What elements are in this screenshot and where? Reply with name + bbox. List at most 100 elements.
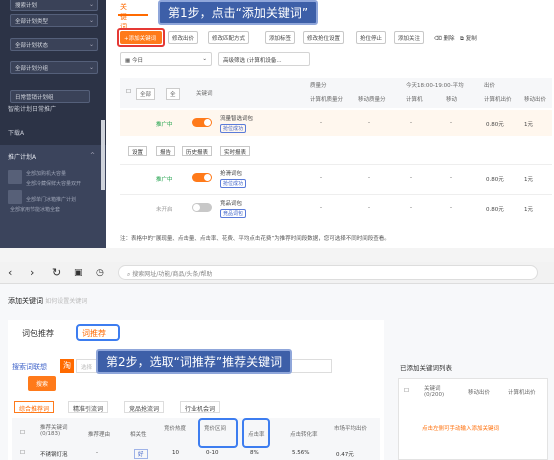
selected-keyword-column[interactable]: 关键词(0/200) [424,384,460,398]
search-button[interactable]: 搜索 [28,376,57,391]
mobile-quality-column[interactable]: 移动质量分 [358,95,386,103]
status-filter[interactable]: 全部 [136,88,156,100]
sidebar-select-status[interactable]: 全部计划状态 ⌄ [10,38,98,51]
add-follow-button[interactable]: 添加关注 [394,31,425,44]
delete-button[interactable]: ⌫ 删除 [434,34,455,42]
rank-column: 今天18:00-19:00-平均 [406,83,464,89]
tab-bundle[interactable]: 词包推荐 [22,328,54,339]
table-row[interactable]: 推广中 流量智选词包 抢位成功 - - - - 0.80元 1元 [120,110,552,136]
status-toggle[interactable] [192,173,212,182]
reload-icon[interactable]: ↻ [52,266,61,279]
filter-tab-competitor[interactable]: 竞品抢流词 [124,401,165,413]
toggle-knob [204,174,211,181]
back-icon[interactable]: ‹ [8,266,12,279]
filter-tab-comprehensive[interactable]: 综合推荐词 [14,401,55,413]
sidebar-scrollbar[interactable] [101,120,105,190]
keyword-name[interactable]: 流量智选词包 [220,114,253,122]
sidebar-item-download[interactable]: 下载A [8,128,24,137]
date-filter-label: 今日 [131,58,143,64]
history-icon[interactable]: ◷ [96,268,104,278]
checkbox[interactable]: ☐ [126,89,131,95]
chevron-up-icon[interactable]: ^ [90,152,95,159]
subtitle-text[interactable]: 如何设置关键词 [45,298,87,305]
recommend-keyword-column[interactable]: 推荐关键词(0/183) [40,423,76,437]
hot-column[interactable]: 竞价热度 [164,424,190,432]
toggle-knob [204,119,211,126]
pc-rank-column[interactable]: 计算机 [406,95,423,103]
chevron-down-icon: ⌄ [88,17,94,24]
checkbox[interactable]: ☐ [404,388,409,394]
sidebar-select-plan[interactable]: 搜索计划 ⌄ [10,0,98,11]
relevance-column[interactable]: 相关性 [130,430,147,438]
blurred-plan-name[interactable]: 全部家用节能冰箱全套 [10,206,60,213]
mobile-rank-column[interactable]: 移动 [446,95,457,103]
keyword-name[interactable]: 不锈钢灯泡 [40,450,68,458]
blurred-plan-name[interactable]: 全部单门冰箱推广计划 [26,196,76,203]
step1-callout: 第1步，点击“添加关键词” [158,0,319,25]
filter-tab-industry[interactable]: 行业机会词 [180,401,221,413]
rank-stop-button[interactable]: 抢位停止 [356,31,387,44]
forward-icon[interactable]: › [30,266,34,279]
top-screenshot: 搜索计划 ⌄ 全部计划类型 ⌄ 全部计划状态 ⌄ 全部计划分组 ⌄ 日常营销计划组 智能… [0,0,554,262]
avg-bid-column[interactable]: 市场平均出价 [334,424,372,432]
copy-icon: ⧉ [460,36,464,42]
filter-tab-precise[interactable]: 精准引流词 [68,401,109,413]
keyword-name[interactable]: 竞品词包 [220,199,242,207]
selected-mobile-bid-column: 移动出价 [468,390,491,396]
copy-button[interactable]: ⧉ 复制 [460,34,477,43]
pc-bid-column[interactable]: 计算机出价 [484,95,512,103]
pc-bid-value[interactable]: 0.80元 [486,120,504,128]
select-label: 全部计划类型 [15,19,49,25]
advanced-filter[interactable]: 高级筛选 (计算机设备... [218,52,310,66]
pc-bid-value[interactable]: 0.80元 [486,175,504,183]
sidebar-item-smart-plan[interactable]: 智能计划日常推广 [8,104,56,113]
sidebar-select-group[interactable]: 全部计划分组 ⌄ [10,61,98,74]
table-row[interactable]: 未开启 竞品词包 竞品词包 - - - - 0.80元 1元 [120,194,552,220]
table-row[interactable]: 推广中 抢滑词包 抢位成功 - - - - 0.80元 1元 [120,164,552,190]
search-input[interactable]: ⌕ 搜索网址/功能/商品/头条/帮助 [118,265,538,280]
blurred-plan-name[interactable]: 全部冷藏保鲜大容量双开 [26,180,81,187]
dash-cell: - [320,175,322,181]
reason-column: 推荐理由 [88,432,111,438]
report-button[interactable]: 报告 [156,146,176,156]
pc-bid-value[interactable]: 0.80元 [486,205,504,213]
add-tag-button[interactable]: 添加标签 [265,31,296,44]
settings-button[interactable]: 设置 [128,146,148,156]
sidebar-select-type[interactable]: 全部计划类型 ⌄ [10,14,98,27]
status-badge: 抢位成功 [220,179,247,188]
mobile-bid-value[interactable]: 1元 [524,205,533,213]
ctr-value: 8% [250,450,259,456]
selected-empty-hint[interactable]: 点击左侧可手动输入添加关键词 [422,424,499,432]
modify-match-button[interactable]: 修改匹配方式 [208,31,250,44]
tab-icon[interactable]: ▣ [74,268,83,278]
sidebar-select-daily[interactable]: 日常营销计划组 [10,90,90,103]
mobile-bid-column[interactable]: 移动出价 [524,95,546,103]
url-placeholder: 搜索网址/功能/商品/头条/帮助 [132,271,213,278]
realtime-report-button[interactable]: 实时报表 [220,146,251,156]
status-toggle[interactable] [192,203,212,212]
type-filter[interactable]: 全 [166,88,180,100]
modify-bid-button[interactable]: 修改出价 [168,31,199,44]
taobao-icon: 淘 [60,359,74,373]
cvr-column[interactable]: 点击转化率 [290,430,318,438]
mobile-bid-value[interactable]: 1元 [524,175,533,183]
keyword-name[interactable]: 抢滑词包 [220,169,242,177]
checkbox[interactable]: ☐ [20,450,25,456]
rank-setting-button[interactable]: 修改抢位设置 [303,31,345,44]
page-title: 添加关键词 如何设置关键词 [8,296,87,306]
history-report-button[interactable]: 历史报表 [182,146,213,156]
sidebar-item-plan-a[interactable]: 推广计划A [8,152,36,161]
badge-text: 抢位成功 [220,124,247,133]
badge-text: 抢位成功 [220,179,247,188]
delete-label: 删除 [443,36,455,42]
select-label: 搜索计划 [15,3,38,9]
blurred-plan-name[interactable]: 全部加购机大容量 [26,170,66,177]
pc-quality-column[interactable]: 计算机质量分 [310,95,343,103]
reason-value: - [96,450,98,456]
date-filter[interactable]: ▦ 今日 ⌄ [120,52,212,66]
checkbox[interactable]: ☐ [20,430,25,436]
keyword-column[interactable]: 关键词 [196,89,213,97]
mobile-bid-value[interactable]: 1元 [524,120,533,128]
status-toggle[interactable] [192,118,212,127]
add-keyword-highlight [117,28,165,47]
